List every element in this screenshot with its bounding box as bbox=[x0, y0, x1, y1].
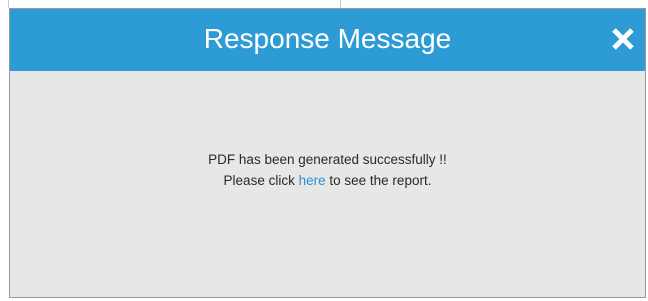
dialog-message: PDF has been generated successfully !! P… bbox=[10, 149, 645, 191]
message-line-instruction: Please click here to see the report. bbox=[10, 170, 645, 191]
instruction-prefix: Please click bbox=[223, 173, 295, 188]
report-link[interactable]: here bbox=[299, 173, 326, 188]
instruction-suffix: to see the report. bbox=[329, 173, 432, 188]
close-icon bbox=[612, 28, 634, 50]
background-cell bbox=[0, 0, 341, 8]
response-dialog: Response Message PDF has been generated … bbox=[9, 8, 646, 298]
background-page bbox=[0, 0, 648, 8]
dialog-title: Response Message bbox=[203, 23, 452, 54]
message-line-success: PDF has been generated successfully !! bbox=[208, 152, 447, 167]
close-button[interactable] bbox=[605, 21, 641, 57]
dialog-header: Response Message bbox=[10, 9, 645, 71]
